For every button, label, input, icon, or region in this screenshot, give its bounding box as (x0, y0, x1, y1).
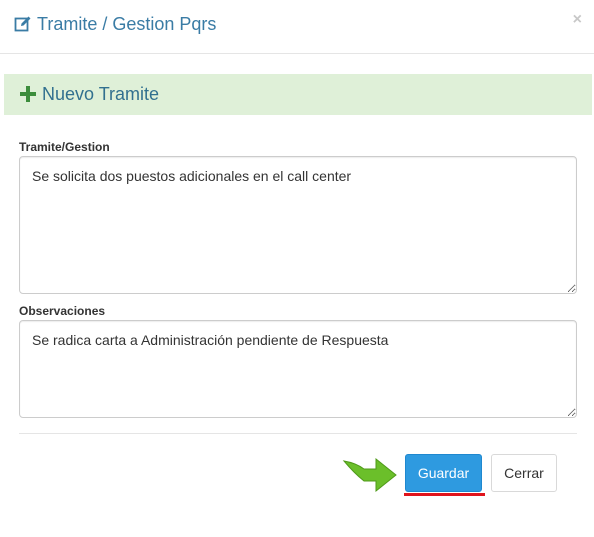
edit-icon (14, 15, 32, 33)
arrow-right-icon (342, 455, 398, 495)
modal-title: Tramite / Gestion Pqrs (37, 14, 217, 34)
modal-header: Tramite / Gestion Pqrs × (0, 0, 594, 54)
section-title: Nuevo Tramite (42, 84, 160, 104)
plus-icon (20, 86, 36, 102)
cancel-button[interactable]: Cerrar (491, 454, 557, 492)
footer-divider (19, 433, 577, 434)
section-banner: Nuevo Tramite (4, 74, 592, 115)
close-icon[interactable]: × (573, 10, 582, 30)
observaciones-textarea[interactable]: Se radica carta a Administración pendien… (19, 320, 577, 418)
tramite-textarea[interactable]: Se solicita dos puestos adicionales en e… (19, 156, 577, 294)
save-button[interactable]: Guardar (405, 454, 482, 492)
tramite-label: Tramite/Gestion (19, 140, 110, 154)
modal-dialog: Tramite / Gestion Pqrs × Nuevo Tramite T… (0, 0, 594, 537)
observaciones-label: Observaciones (19, 304, 106, 318)
highlight-underline (404, 493, 485, 496)
